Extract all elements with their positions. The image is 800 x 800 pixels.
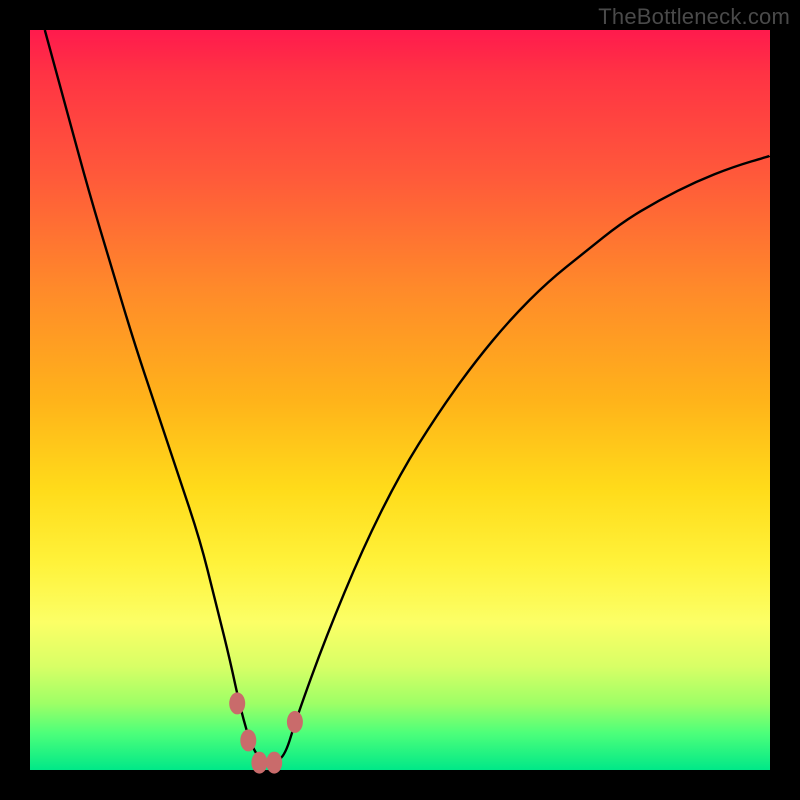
floor-dot-1 [251,752,267,774]
bottleneck-curve [45,30,770,763]
floor-dot-2 [266,752,282,774]
right-dot [287,711,303,733]
left-dot-2 [240,729,256,751]
chart-frame: TheBottleneck.com [0,0,800,800]
left-dot-1 [229,692,245,714]
plot-area [30,30,770,770]
chart-svg [30,30,770,770]
watermark-text: TheBottleneck.com [598,4,790,30]
